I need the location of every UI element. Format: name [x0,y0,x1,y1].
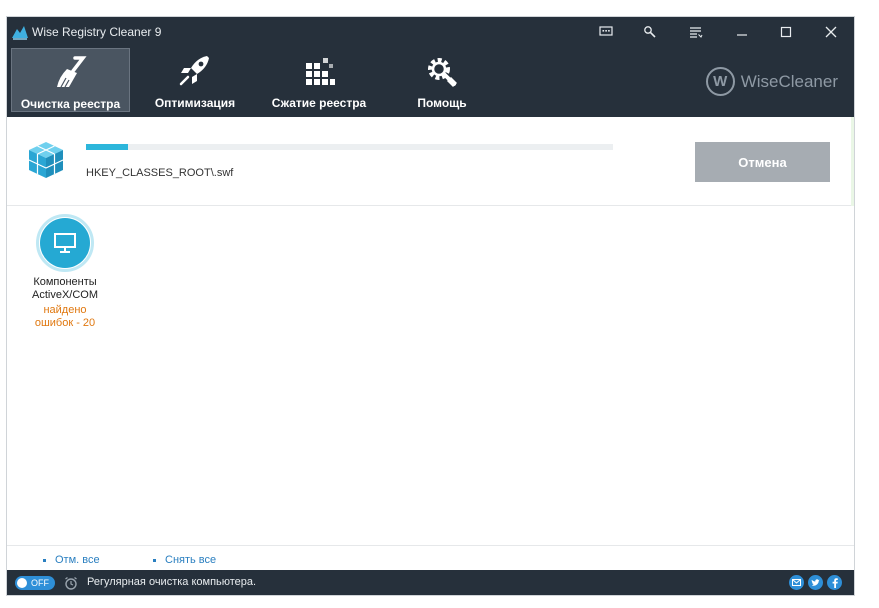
minimize-icon[interactable] [727,21,757,43]
titlebar: Wise Registry Cleaner 9 [7,17,854,47]
result-icon-wrap [36,214,94,272]
nav-label: Оптимизация [154,96,236,110]
current-scan-path: HKEY_CLASSES_ROOT\.swf [86,167,234,179]
brand-name: WiseCleaner [740,71,838,91]
deselect-all-label: Снять все [165,554,217,566]
broom-icon [51,54,91,90]
result-errors-line: ошибок - 20 [34,317,96,329]
result-name-line: ActiveX/COM [31,289,98,301]
app-logo-icon [12,26,28,40]
menu-icon[interactable] [681,21,711,43]
nav-optimization[interactable]: Оптимизация [149,48,241,112]
gear-wrench-icon [422,53,462,89]
email-icon[interactable] [789,575,804,590]
cancel-button[interactable]: Отмена [695,142,830,182]
scan-progress-fill [86,144,129,150]
bullet-icon [43,558,46,562]
twitter-icon[interactable] [808,575,823,590]
alarm-clock-icon [65,576,77,590]
nav-registry-defrag[interactable]: Сжатие реестра [267,48,371,112]
top-toolbar: Wise Registry Cleaner 9 Очистка реестра … [7,17,854,117]
rocket-icon [175,53,215,89]
nav-label: Сжатие реестра [271,96,367,110]
scan-progress-panel: HKEY_CLASSES_ROOT\.swf Отмена [7,117,854,206]
scan-progress-bar [86,144,613,150]
app-window: Wise Registry Cleaner 9 Очистка реестра … [6,16,855,596]
compress-icon [299,53,339,89]
nav-label: Очистка реестра [20,97,121,111]
result-name: Компоненты ActiveX/COM [20,276,110,302]
registry-cube-icon [28,142,64,178]
status-bar: OFF Регулярная очистка компьютера. [7,570,854,595]
select-all-link[interactable]: Отм. все [43,554,100,566]
wisecleaner-logo[interactable]: W WiseCleaner [705,67,838,96]
select-all-label: Отм. все [55,554,100,566]
result-activex-com[interactable]: Компоненты ActiveX/COM найдено ошибок - … [20,214,110,330]
nav-help[interactable]: Помощь [407,48,477,112]
selection-bar: Отм. все Снять все [7,545,854,572]
result-name-line: Компоненты [33,276,97,288]
nav-registry-cleaner[interactable]: Очистка реестра [11,48,130,112]
toggle-knob [17,578,27,588]
close-icon[interactable] [816,21,846,43]
wisecleaner-logo-icon: W [705,67,735,96]
feedback-icon[interactable] [591,21,621,43]
toggle-label: OFF [31,578,49,588]
nav-label: Помощь [417,96,467,110]
result-error-count: найдено ошибок - 20 [20,304,110,330]
panel-accent [851,117,854,206]
status-text: Регулярная очистка компьютера. [87,576,257,588]
tools-icon[interactable] [635,21,665,43]
bullet-icon [153,558,156,562]
scheduled-cleaning-toggle[interactable]: OFF [15,576,55,590]
result-errors-line: найдено [43,304,87,316]
deselect-all-link[interactable]: Снять все [153,554,216,566]
monitor-icon [40,218,90,268]
facebook-icon[interactable] [827,575,842,590]
app-title: Wise Registry Cleaner 9 [32,25,162,39]
maximize-icon[interactable] [771,21,801,43]
